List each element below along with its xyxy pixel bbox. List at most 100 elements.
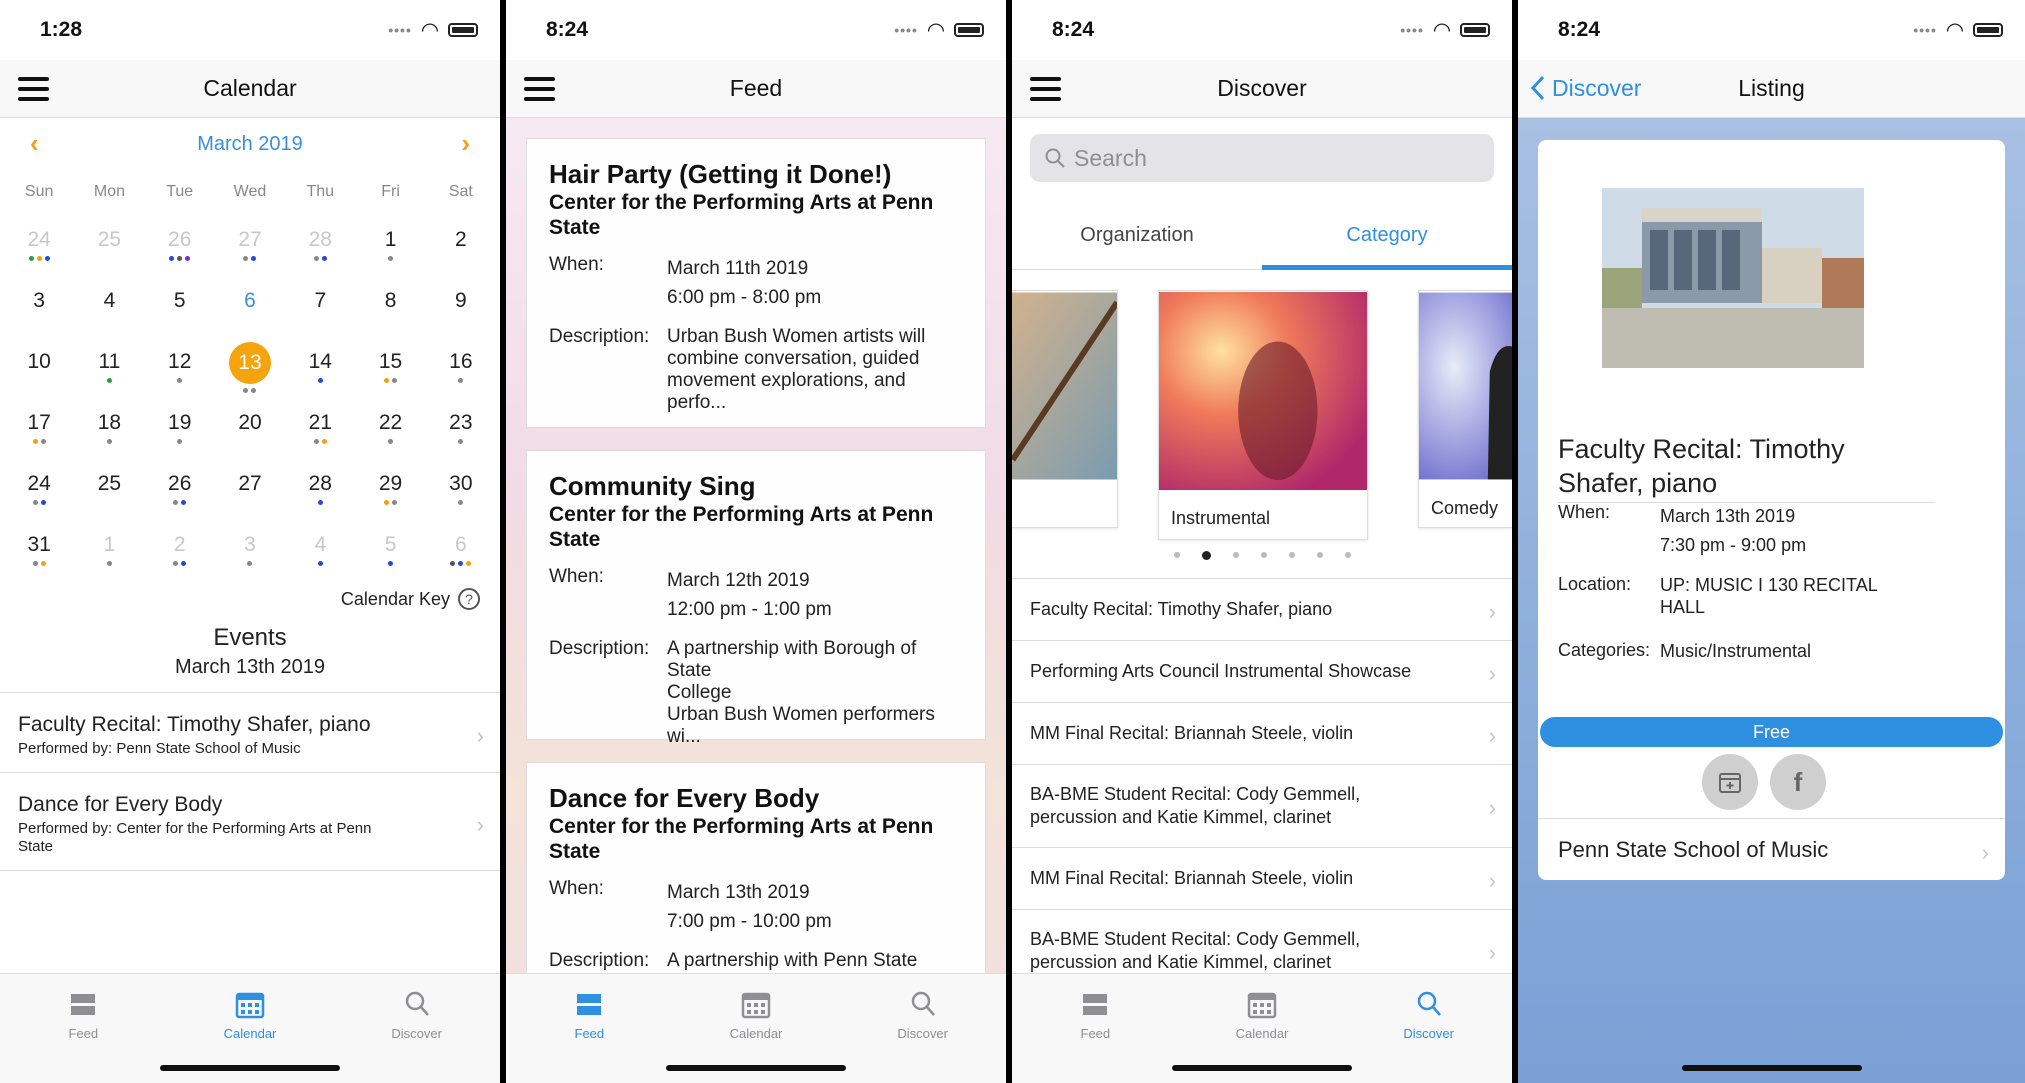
calendar-day[interactable]: 5 bbox=[355, 521, 425, 582]
calendar-day[interactable]: 4 bbox=[285, 521, 355, 582]
event-dot bbox=[388, 256, 394, 261]
day-number: 3 bbox=[244, 533, 256, 556]
calendar-day[interactable]: 3 bbox=[215, 521, 285, 582]
calendar-day[interactable]: 13 bbox=[215, 338, 285, 399]
calendar-day[interactable]: 26 bbox=[145, 216, 215, 277]
back-button[interactable]: Discover bbox=[1530, 74, 1641, 102]
calendar-key-button[interactable]: Calendar Key ? bbox=[341, 588, 480, 610]
calendar-day[interactable]: 12 bbox=[145, 338, 215, 399]
calendar-day[interactable]: 4 bbox=[74, 277, 144, 338]
event-dot bbox=[313, 439, 319, 444]
calendar-day[interactable]: 16 bbox=[426, 338, 496, 399]
tab-label: Feed bbox=[1080, 1026, 1111, 1041]
menu-icon[interactable] bbox=[1030, 77, 1061, 101]
tab-feed[interactable]: Feed bbox=[506, 974, 673, 1083]
calendar-day[interactable]: 17 bbox=[4, 399, 74, 460]
calendar-day[interactable]: 1 bbox=[355, 216, 425, 277]
list-item[interactable]: Faculty Recital: Timothy Shafer, piano P… bbox=[0, 692, 500, 772]
category-card[interactable]: Instrumental bbox=[1158, 290, 1368, 540]
feed-card[interactable]: Community Sing Center for the Performing… bbox=[526, 450, 986, 747]
calendar-day[interactable]: 23 bbox=[426, 399, 496, 460]
calendar-day[interactable]: 31 bbox=[4, 521, 74, 582]
organization-row[interactable]: Penn State School of Music › bbox=[1538, 818, 2005, 880]
list-item[interactable]: Dance for Every Body Performed by: Cente… bbox=[0, 772, 500, 871]
tab-discover[interactable]: Discover bbox=[333, 974, 500, 1083]
tab-category[interactable]: Category bbox=[1262, 210, 1512, 270]
calendar-day[interactable]: 30 bbox=[426, 460, 496, 521]
calendar-day[interactable]: 2 bbox=[145, 521, 215, 582]
facebook-share-button[interactable]: f bbox=[1770, 754, 1826, 810]
calendar-day[interactable]: 8 bbox=[355, 277, 425, 338]
calendar-day[interactable]: 26 bbox=[145, 460, 215, 521]
nav-bar: Calendar bbox=[0, 60, 500, 118]
event-dots bbox=[388, 439, 394, 444]
list-item[interactable]: MM Final Recital: Briannah Steele, violi… bbox=[1012, 847, 1512, 909]
calendar-day[interactable]: 6 bbox=[426, 521, 496, 582]
calendar-day[interactable]: 10 bbox=[4, 338, 74, 399]
card-organization: Center for the Performing Arts at Penn S… bbox=[549, 815, 934, 863]
day-number: 4 bbox=[314, 533, 327, 556]
event-dots bbox=[384, 500, 398, 505]
category-card[interactable]: Comedy bbox=[1418, 290, 1512, 528]
day-number: 26 bbox=[168, 228, 192, 251]
list-item[interactable]: MM Final Recital: Briannah Steele, violi… bbox=[1012, 702, 1512, 764]
event-dots bbox=[173, 500, 187, 505]
calendar-day[interactable]: 22 bbox=[355, 399, 425, 460]
calendar-day[interactable]: 28 bbox=[285, 216, 355, 277]
help-icon: ? bbox=[458, 588, 480, 610]
event-dots bbox=[243, 256, 257, 261]
category-card[interactable] bbox=[1012, 290, 1120, 528]
calendar-day[interactable]: 6 bbox=[215, 277, 285, 338]
calendar-day[interactable]: 21 bbox=[285, 399, 355, 460]
event-dot bbox=[317, 561, 323, 566]
list-item[interactable]: BA-BME Student Recital: Cody Gemmell, pe… bbox=[1012, 764, 1512, 847]
battery-icon bbox=[1973, 23, 2003, 37]
calendar-day[interactable]: 11 bbox=[74, 338, 144, 399]
event-dots bbox=[177, 378, 183, 383]
feed-card[interactable]: Hair Party (Getting it Done!) Center for… bbox=[526, 138, 986, 428]
tab-organization[interactable]: Organization bbox=[1012, 210, 1262, 269]
tab-label: Feed bbox=[574, 1026, 605, 1041]
calendar-day[interactable]: 1 bbox=[74, 521, 144, 582]
events-list: Faculty Recital: Timothy Shafer, piano P… bbox=[0, 692, 500, 871]
tab-discover[interactable]: Discover bbox=[1345, 974, 1512, 1083]
calendar-day[interactable]: 25 bbox=[74, 460, 144, 521]
calendar-day[interactable]: 29 bbox=[355, 460, 425, 521]
menu-icon[interactable] bbox=[18, 77, 49, 101]
calendar-day[interactable]: 18 bbox=[74, 399, 144, 460]
add-to-calendar-button[interactable] bbox=[1702, 754, 1758, 810]
next-month-icon[interactable]: › bbox=[461, 128, 470, 159]
tab-feed[interactable]: Feed bbox=[0, 974, 167, 1083]
calendar-day[interactable]: 9 bbox=[426, 277, 496, 338]
calendar-day[interactable]: 27 bbox=[215, 216, 285, 277]
event-dot bbox=[36, 256, 42, 261]
event-dots bbox=[177, 439, 183, 444]
calendar-day[interactable]: 3 bbox=[4, 277, 74, 338]
calendar-day[interactable]: 7 bbox=[285, 277, 355, 338]
calendar-day[interactable]: 24 bbox=[4, 460, 74, 521]
nav-bar: Feed bbox=[506, 60, 1006, 118]
event-dot bbox=[317, 500, 323, 505]
day-number: 18 bbox=[97, 411, 122, 434]
calendar-day[interactable]: 15 bbox=[355, 338, 425, 399]
tab-discover[interactable]: Discover bbox=[839, 974, 1006, 1083]
event-dot bbox=[177, 256, 183, 261]
calendar-day[interactable]: 5 bbox=[145, 277, 215, 338]
calendar-day[interactable]: 24 bbox=[4, 216, 74, 277]
calendar-day[interactable]: 19 bbox=[145, 399, 215, 460]
price-button[interactable]: Free bbox=[1540, 717, 2003, 747]
category-image bbox=[1419, 292, 1512, 480]
calendar-day[interactable]: 14 bbox=[285, 338, 355, 399]
event-dots bbox=[458, 500, 464, 505]
list-item[interactable]: Performing Arts Council Instrumental Sho… bbox=[1012, 640, 1512, 702]
calendar-day[interactable]: 28 bbox=[285, 460, 355, 521]
list-item[interactable]: Faculty Recital: Timothy Shafer, piano › bbox=[1012, 578, 1512, 640]
calendar-day[interactable]: 20 bbox=[215, 399, 285, 460]
calendar-day[interactable]: 27 bbox=[215, 460, 285, 521]
tab-feed[interactable]: Feed bbox=[1012, 974, 1179, 1083]
calendar-day[interactable]: 25 bbox=[74, 216, 144, 277]
event-dot bbox=[173, 500, 179, 505]
calendar-day[interactable]: 2 bbox=[426, 216, 496, 277]
menu-icon[interactable] bbox=[524, 77, 555, 101]
search-input[interactable]: Search bbox=[1030, 134, 1494, 182]
